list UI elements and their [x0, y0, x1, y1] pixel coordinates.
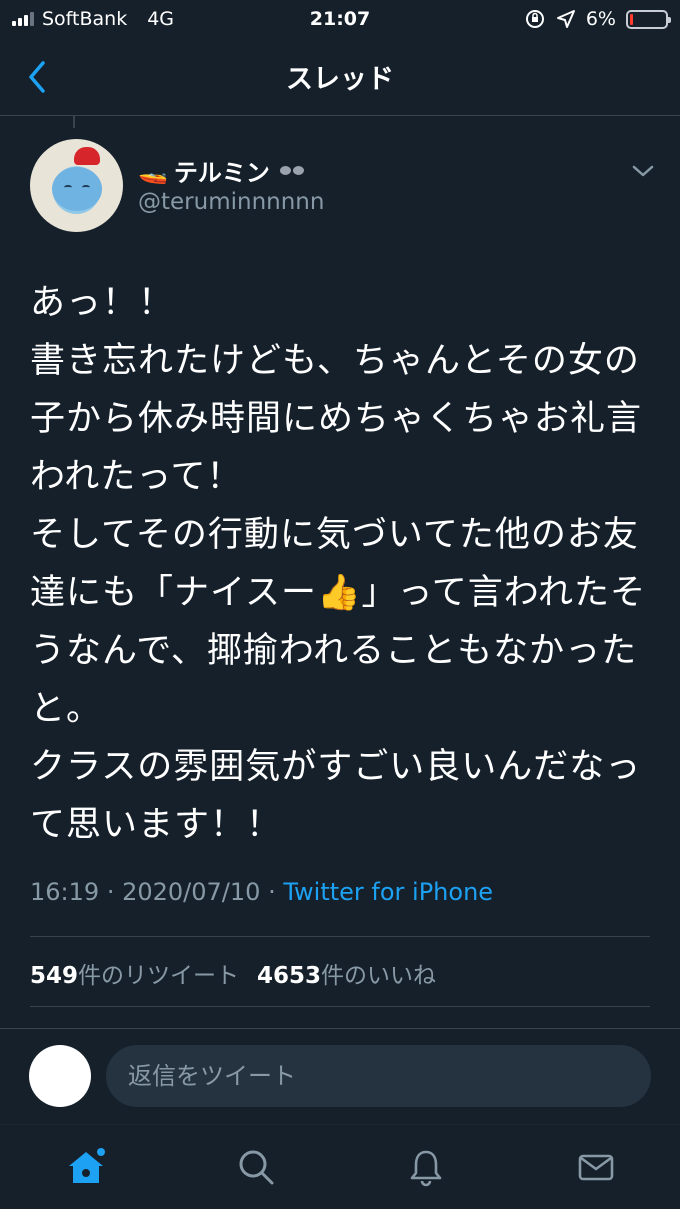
battery-level: [630, 13, 633, 25]
status-left: SoftBank 4G: [12, 8, 174, 30]
divider: [30, 1006, 650, 1007]
retweet-number: 549: [30, 963, 79, 989]
tweet-time: 16:19: [30, 878, 100, 906]
author-handle[interactable]: @teruminnnnnn: [138, 189, 324, 215]
tab-home[interactable]: [56, 1139, 116, 1195]
tab-search[interactable]: [226, 1139, 286, 1195]
network-label: 4G: [147, 8, 175, 30]
tab-notifications[interactable]: [396, 1139, 456, 1195]
boat-emoji-icon: 🚤: [138, 156, 168, 185]
carrier-label: SoftBank: [42, 8, 128, 30]
tweet-meta: 16:19 · 2020/07/10 · Twitter for iPhone: [30, 878, 493, 906]
reply-bar: [0, 1028, 680, 1124]
nav-header: スレッド: [0, 38, 680, 116]
author-name-text: テルミン: [173, 159, 270, 187]
reply-input[interactable]: [106, 1045, 651, 1107]
chevron-left-icon: [29, 61, 45, 93]
tweet-text: あっ！！ 書き忘れたけども、ちゃんとその女の子から休み時間にめちゃくちゃお礼言わ…: [30, 283, 647, 845]
meta-separator: ·: [268, 878, 276, 906]
thread-connector-line: [73, 116, 75, 128]
tweet-date: 2020/07/10: [122, 878, 261, 906]
tab-messages[interactable]: [566, 1139, 626, 1195]
signal-icon: [12, 12, 34, 26]
orientation-lock-icon: [525, 10, 544, 28]
retweet-label: 件のリツイート: [78, 963, 240, 989]
author-avatar[interactable]: [30, 139, 123, 232]
battery-percent: 6%: [585, 8, 616, 30]
home-icon: [69, 1148, 105, 1183]
divider: [30, 936, 650, 937]
like-count[interactable]: 4653件のいいね: [257, 956, 436, 990]
tweet-stats: 549件のリツイート 4653件のいいね: [30, 956, 436, 990]
page-title: スレッド: [286, 64, 394, 95]
tweet-author: 🚤 テルミン @teruminnnnnn: [30, 139, 660, 234]
back-button[interactable]: [22, 58, 52, 96]
bell-icon: [410, 1150, 442, 1187]
user-avatar[interactable]: [29, 1045, 91, 1107]
like-number: 4653: [257, 963, 322, 989]
tweet-client-link[interactable]: Twitter for iPhone: [283, 878, 493, 906]
glasses-emoji-icon: [279, 166, 304, 175]
status-right: 6%: [524, 8, 671, 30]
battery-icon: [626, 9, 671, 29]
status-bar: SoftBank 4G 21:07 6%: [0, 0, 680, 38]
author-display-name[interactable]: 🚤 テルミン: [138, 153, 304, 188]
retweet-count[interactable]: 549件のリツイート: [30, 956, 239, 990]
location-icon: [556, 10, 575, 28]
search-icon: [239, 1150, 274, 1185]
meta-separator: ·: [106, 878, 115, 906]
tab-bar: [0, 1124, 680, 1209]
mail-icon: [578, 1154, 614, 1181]
chevron-down-icon[interactable]: [630, 161, 656, 181]
like-label: 件のいいね: [321, 963, 437, 989]
